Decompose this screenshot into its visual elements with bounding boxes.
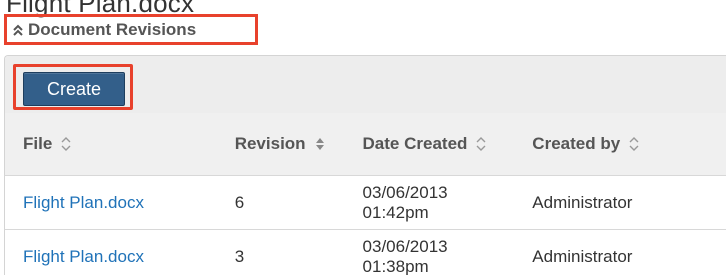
sort-both-icon [61, 137, 71, 151]
date-created-cell: 03/06/2013 01:42pm [345, 183, 515, 223]
date-created-date: 03/06/2013 [362, 236, 448, 256]
column-header-date-created[interactable]: Date Created [345, 134, 515, 154]
column-header-file[interactable]: File [5, 134, 217, 154]
subpanel-title: Document Revisions [28, 19, 197, 39]
document-revisions-page: Flight Plan.docx Document Revisions Crea… [0, 0, 726, 275]
created-by-cell: Administrator [532, 192, 633, 212]
revision-cell: 6 [234, 192, 245, 212]
column-header-created-by[interactable]: Created by [514, 134, 726, 154]
column-header-label: Date Created [362, 134, 468, 153]
column-header-label: Created by [532, 134, 621, 153]
revision-cell: 3 [234, 246, 245, 266]
sort-both-icon [315, 138, 324, 150]
create-button-highlight: Create [13, 64, 133, 110]
date-created-cell: 03/06/2013 01:38pm [345, 237, 515, 275]
file-link-cell: Flight Plan.docx [5, 193, 217, 213]
subpanel-toolbar: Create [5, 56, 726, 114]
table-row: Flight Plan.docx 3 03/06/2013 01:38pm Ad… [4, 230, 726, 275]
column-header-label: File [23, 134, 53, 153]
table-row: Flight Plan.docx 6 03/06/2013 01:42pm Ad… [4, 176, 726, 230]
date-created-date: 03/06/2013 [362, 182, 448, 202]
revisions-table: File Revision Date Created Created by Fl… [4, 113, 726, 275]
column-header-label: Revision [234, 134, 306, 153]
table-header-row: File Revision Date Created Created by [4, 113, 726, 176]
column-header-revision[interactable]: Revision [217, 134, 345, 154]
date-created-time: 01:38pm [362, 256, 429, 275]
file-link[interactable]: Flight Plan.docx [23, 247, 144, 266]
file-link-cell: Flight Plan.docx [5, 247, 217, 267]
sort-both-icon [629, 137, 639, 151]
double-chevron-up-icon [13, 24, 23, 36]
subpanel-header-document-revisions[interactable]: Document Revisions [4, 14, 258, 45]
file-link[interactable]: Flight Plan.docx [23, 193, 144, 212]
sort-both-icon [476, 137, 486, 151]
date-created-time: 01:42pm [362, 202, 429, 222]
created-by-cell: Administrator [532, 246, 633, 266]
create-button[interactable]: Create [23, 72, 125, 106]
